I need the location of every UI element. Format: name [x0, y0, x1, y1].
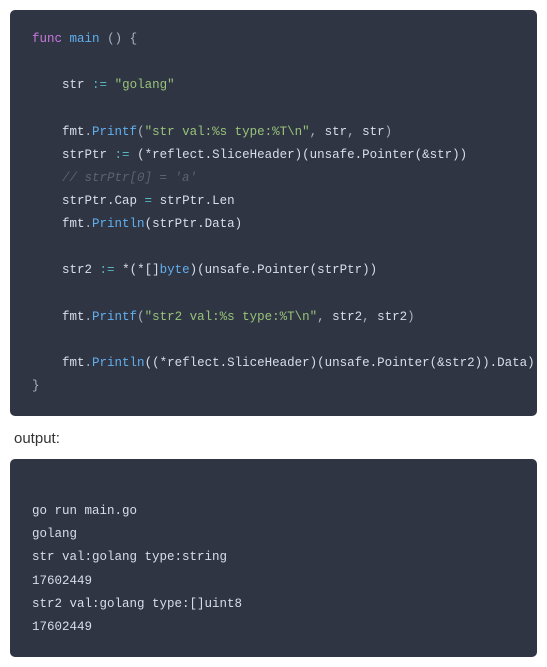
dot: . [85, 125, 93, 139]
unsafe-ptr: (unsafe.Pointer(&str)) [302, 148, 467, 162]
cast-reflect: (*reflect.SliceHeader) [137, 148, 302, 162]
comment-line: // strPtr[0] = 'a' [62, 171, 197, 185]
var-str2: str2 [62, 263, 92, 277]
cast-star: *(*[] [122, 263, 160, 277]
paren-close: ) [407, 310, 415, 324]
type-byte: byte [160, 263, 190, 277]
op-assign: := [92, 78, 107, 92]
println-arg: (strPtr.Data) [145, 217, 243, 231]
pkg-fmt: fmt [62, 356, 85, 370]
arg-str2: str2 [370, 310, 408, 324]
op-assign: := [115, 148, 130, 162]
brace-close: } [32, 379, 40, 393]
func-println: Println [92, 356, 145, 370]
comma: , [362, 310, 370, 324]
func-printf: Printf [92, 310, 137, 324]
output-line: 17602449 [32, 574, 92, 588]
op-eq: = [145, 194, 153, 208]
dot: . [85, 310, 93, 324]
func-printf: Printf [92, 125, 137, 139]
var-strptr: strPtr [62, 148, 107, 162]
comma: , [310, 125, 318, 139]
func-println: Println [92, 217, 145, 231]
paren-open: ( [137, 125, 145, 139]
fmt-string: "str2 val:%s type:%T\n" [145, 310, 318, 324]
arg-str: str [355, 125, 385, 139]
comma: , [317, 310, 325, 324]
keyword-func: func [32, 32, 62, 46]
output-line: str2 val:golang type:[]uint8 [32, 597, 242, 611]
output-line: str val:golang type:string [32, 550, 227, 564]
func-main: main [70, 32, 100, 46]
op-assign: := [100, 263, 115, 277]
strptr-len: strPtr.Len [160, 194, 235, 208]
code-block: func main () { str := "golang" fmt.Print… [10, 10, 537, 416]
string-lit: "golang" [115, 78, 175, 92]
output-label: output: [14, 430, 533, 447]
pkg-fmt: fmt [62, 217, 85, 231]
paren-open: ( [137, 310, 145, 324]
brace-open: { [130, 32, 138, 46]
output-line: golang [32, 527, 77, 541]
arg-str: str [317, 125, 347, 139]
strptr-cap: strPtr.Cap [62, 194, 137, 208]
var-str: str [62, 78, 85, 92]
output-line: 17602449 [32, 620, 92, 634]
pkg-fmt: fmt [62, 125, 85, 139]
dot: . [85, 217, 93, 231]
cast-rest: )(unsafe.Pointer(strPtr)) [190, 263, 378, 277]
output-block: go run main.go golang str val:golang typ… [10, 459, 537, 657]
arg-str2: str2 [325, 310, 363, 324]
fmt-string: "str val:%s type:%T\n" [145, 125, 310, 139]
parens: () [107, 32, 122, 46]
comma: , [347, 125, 355, 139]
paren-close: ) [385, 125, 393, 139]
output-line: go run main.go [32, 504, 137, 518]
println-arg2: ((*reflect.SliceHeader)(unsafe.Pointer(&… [145, 356, 535, 370]
dot: . [85, 356, 93, 370]
pkg-fmt: fmt [62, 310, 85, 324]
